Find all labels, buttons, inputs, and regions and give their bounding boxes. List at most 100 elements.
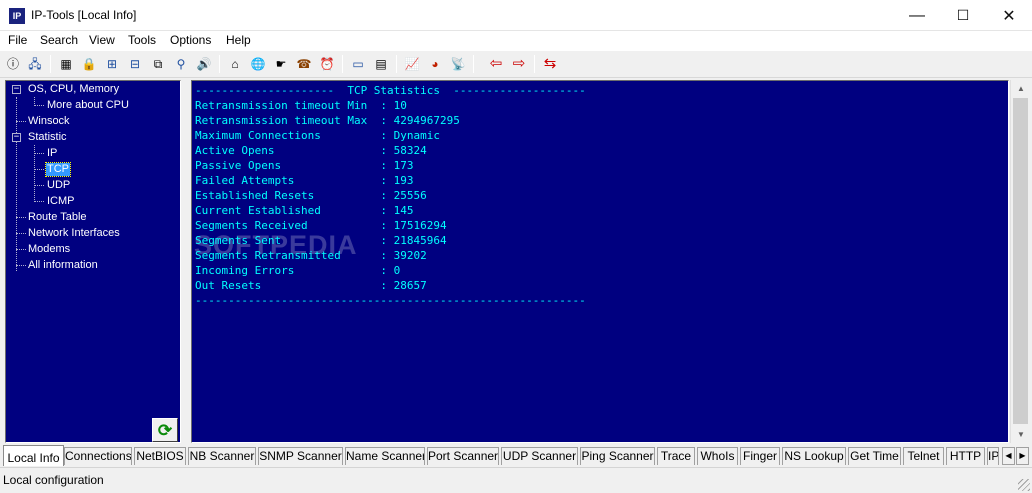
- binoculars-icon[interactable]: ⧉: [149, 55, 167, 73]
- satellite-icon[interactable]: 📡: [449, 55, 467, 73]
- lock-icon[interactable]: 🔒: [80, 55, 98, 73]
- output-line: ----------------------------------------…: [195, 294, 586, 307]
- tree-item-os-cpu-memory[interactable]: OS, CPU, Memory: [27, 83, 120, 96]
- phone-icon[interactable]: ☎: [295, 55, 313, 73]
- hub-icon[interactable]: ⌂: [226, 55, 244, 73]
- tab-ping-scanner[interactable]: Ping Scanner: [580, 447, 655, 465]
- tab-telnet[interactable]: Telnet: [903, 447, 944, 465]
- speaker-icon[interactable]: 🔊: [195, 55, 213, 73]
- tree-item-statistic[interactable]: Statistic: [27, 131, 68, 144]
- tab-udp-scanner[interactable]: UDP Scanner: [501, 447, 578, 465]
- tab-netbios[interactable]: NetBIOS: [134, 447, 186, 465]
- tab-connections[interactable]: Connections: [64, 447, 132, 465]
- output-line: Passive Opens : 173: [195, 159, 414, 172]
- menu-bar: File Search View Tools Options Help: [0, 31, 1032, 51]
- table-icon[interactable]: ▦: [57, 55, 75, 73]
- menu-file[interactable]: File: [8, 33, 27, 47]
- telnet-icon[interactable]: ▭: [349, 55, 367, 73]
- output-panel[interactable]: SOFTPEDIA --------------------- TCP Stat…: [191, 80, 1009, 443]
- tree-item-winsock[interactable]: Winsock: [27, 115, 71, 128]
- chart-icon[interactable]: 📈: [403, 55, 421, 73]
- tree-item-route-table[interactable]: Route Table: [27, 211, 88, 224]
- tab-whois[interactable]: WhoIs: [697, 447, 738, 465]
- hierarchy-icon[interactable]: ⊟: [126, 55, 144, 73]
- title-bar: IP IP-Tools [Local Info] — ☐ ✕: [0, 0, 1032, 31]
- tree-item-tcp[interactable]: TCP: [45, 162, 71, 177]
- tab-scroll-right-icon[interactable]: ▶: [1016, 447, 1029, 465]
- collapse-icon[interactable]: −: [12, 85, 21, 94]
- menu-help[interactable]: Help: [226, 33, 251, 47]
- scroll-down-icon[interactable]: ▼: [1011, 426, 1031, 443]
- tree-connector: [34, 185, 44, 186]
- arrow-left-icon[interactable]: ⇦: [487, 55, 505, 73]
- tree-item-more-about-cpu[interactable]: More about CPU: [46, 99, 130, 112]
- tree-connector: [16, 97, 17, 271]
- navigation-tree[interactable]: − − OS, CPU, Memory More about CPU Winso…: [5, 80, 181, 443]
- document-icon[interactable]: ▤: [372, 55, 390, 73]
- tree-item-ip[interactable]: IP: [46, 147, 58, 160]
- network-tree-icon[interactable]: ⊞: [103, 55, 121, 73]
- tree-item-network-interfaces[interactable]: Network Interfaces: [27, 227, 121, 240]
- computers-icon[interactable]: 🖧: [26, 55, 44, 73]
- tab-port-scanner[interactable]: Port Scanner: [427, 447, 499, 465]
- tab-nb-scanner[interactable]: NB Scanner: [188, 447, 256, 465]
- status-bar: Local configuration: [0, 467, 1032, 493]
- output-line: Current Established : 145: [195, 204, 414, 217]
- scroll-up-icon[interactable]: ▲: [1011, 80, 1031, 97]
- output-line: Segments Retransmitted : 39202: [195, 249, 427, 262]
- maximize-button[interactable]: ☐: [940, 0, 986, 31]
- toolbar: ⓘ 🖧 ▦ 🔒 ⊞ ⊟ ⧉ ⚲ 🔊 ⌂ 🌐 ☛ ☎ ⏰ ▭ ▤ 📈 ◕ 📡 ⇦ …: [0, 51, 1032, 78]
- ping-icon[interactable]: ⚲: [172, 55, 190, 73]
- output-line: Active Opens : 58324: [195, 144, 427, 157]
- tool-tabs: Local Info Connections NetBIOS NB Scanne…: [0, 444, 1032, 466]
- tab-get-time[interactable]: Get Time: [848, 447, 901, 465]
- output-line: Segments Received : 17516294: [195, 219, 447, 232]
- tab-snmp-scanner[interactable]: SNMP Scanner: [258, 447, 343, 465]
- output-line: Failed Attempts : 193: [195, 174, 414, 187]
- menu-search[interactable]: Search: [40, 33, 78, 47]
- tab-scroll-left-icon[interactable]: ◀: [1002, 447, 1015, 465]
- info-icon[interactable]: ⓘ: [4, 55, 22, 73]
- tree-connector: [16, 121, 26, 122]
- tree-connector: [16, 217, 26, 218]
- toolbar-separator: [219, 55, 220, 73]
- tree-item-udp[interactable]: UDP: [46, 179, 71, 192]
- tab-trace[interactable]: Trace: [657, 447, 695, 465]
- tree-connector: [34, 153, 44, 154]
- panel-splitter[interactable]: [181, 80, 191, 443]
- close-button[interactable]: ✕: [986, 0, 1032, 31]
- menu-tools[interactable]: Tools: [128, 33, 156, 47]
- output-line: Segments Sent : 21845964: [195, 234, 447, 247]
- menu-options[interactable]: Options: [170, 33, 211, 47]
- arrow-right-icon[interactable]: ⇨: [510, 55, 528, 73]
- tab-ns-lookup[interactable]: NS Lookup: [782, 447, 846, 465]
- tree-item-modems[interactable]: Modems: [27, 243, 71, 256]
- collapse-icon[interactable]: −: [12, 133, 21, 142]
- scroll-thumb[interactable]: [1013, 98, 1028, 424]
- tab-http[interactable]: HTTP: [946, 447, 985, 465]
- tab-ip[interactable]: IP: [987, 447, 999, 465]
- output-line: Retransmission timeout Max : 4294967295: [195, 114, 460, 127]
- pie-chart-icon[interactable]: ◕: [426, 55, 444, 73]
- tab-local-info[interactable]: Local Info: [3, 445, 64, 466]
- exchange-icon[interactable]: ⇆: [541, 55, 559, 73]
- clock-icon[interactable]: ⏰: [318, 55, 336, 73]
- tree-connector: [34, 105, 44, 106]
- tree-item-icmp[interactable]: ICMP: [46, 195, 76, 208]
- finger-icon[interactable]: ☛: [272, 55, 290, 73]
- tree-connector: [34, 201, 44, 202]
- output-line: --------------------- TCP Statistics ---…: [195, 84, 586, 97]
- resize-grip-icon[interactable]: [1018, 479, 1030, 491]
- output-line: Maximum Connections : Dynamic: [195, 129, 441, 142]
- minimize-button[interactable]: —: [894, 0, 940, 31]
- vertical-scrollbar[interactable]: ▲ ▼: [1010, 80, 1030, 443]
- tab-name-scanner[interactable]: Name Scanner: [345, 447, 425, 465]
- window-title: IP-Tools [Local Info]: [31, 8, 137, 22]
- toolbar-separator: [396, 55, 397, 73]
- menu-view[interactable]: View: [89, 33, 115, 47]
- tab-finger[interactable]: Finger: [740, 447, 780, 465]
- refresh-button[interactable]: ⟳: [152, 418, 178, 442]
- tree-item-all-information[interactable]: All information: [27, 259, 99, 272]
- globe-icon[interactable]: 🌐: [249, 55, 267, 73]
- toolbar-separator: [473, 55, 474, 73]
